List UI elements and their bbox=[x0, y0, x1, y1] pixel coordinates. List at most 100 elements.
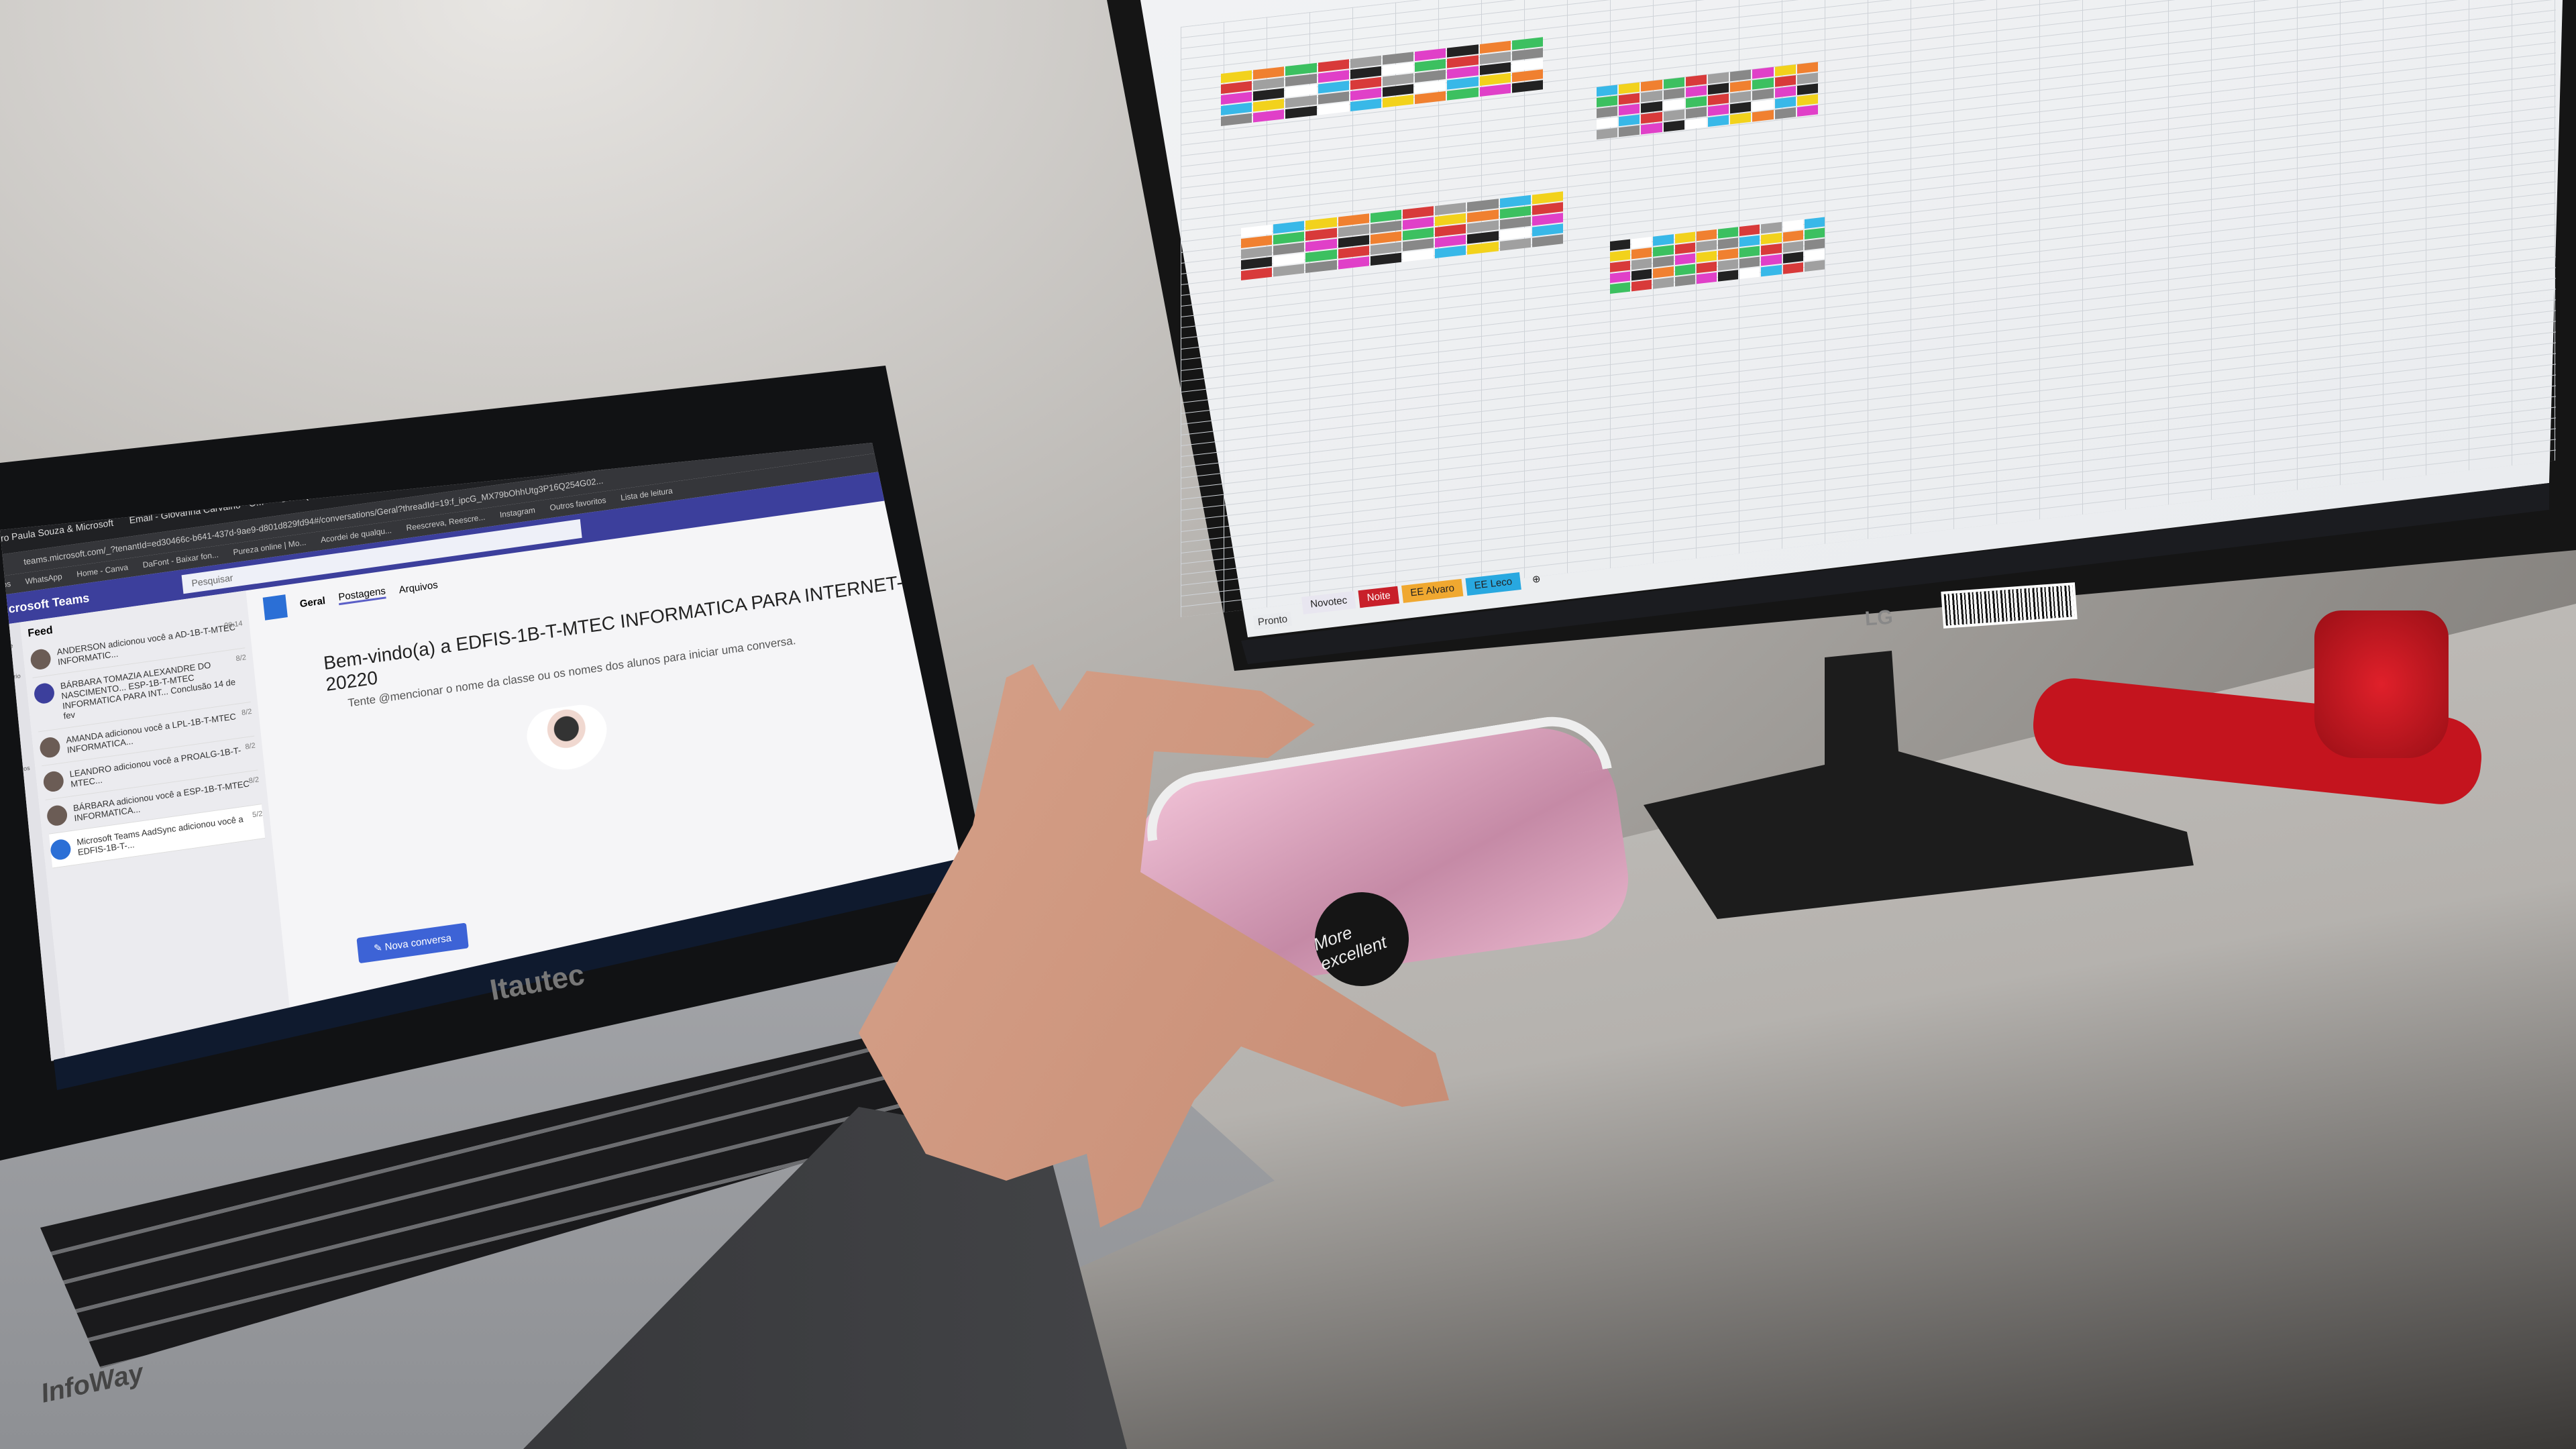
schedule-cell bbox=[1739, 246, 1760, 258]
schedule-cell bbox=[1610, 250, 1631, 262]
schedule-cell bbox=[1761, 243, 1782, 256]
avatar bbox=[33, 682, 56, 705]
schedule-cell bbox=[1782, 219, 1803, 231]
schedule-cell bbox=[1739, 235, 1760, 247]
schedule-cell bbox=[1641, 79, 1662, 92]
schedule-cell bbox=[1804, 227, 1825, 239]
schedule-cell bbox=[1674, 231, 1695, 244]
schedule-cell bbox=[1685, 74, 1707, 87]
schedule-cell bbox=[1663, 109, 1684, 121]
feed-time: 8/2 bbox=[241, 707, 252, 717]
monitor-logo: LG bbox=[1864, 606, 1894, 631]
schedule-cell bbox=[1718, 237, 1739, 250]
schedule-cell bbox=[1641, 90, 1662, 103]
schedule-cell bbox=[1752, 88, 1774, 101]
schedule-cell bbox=[1663, 99, 1684, 111]
schedule-cell bbox=[1631, 236, 1652, 249]
schedule-cell bbox=[1610, 271, 1631, 283]
schedule-cell bbox=[1696, 239, 1717, 252]
schedule-cell bbox=[1752, 66, 1774, 79]
schedule-cell bbox=[1804, 238, 1825, 250]
tab-arquivos[interactable]: Arquivos bbox=[398, 579, 439, 596]
schedule-cell bbox=[1674, 253, 1695, 265]
schedule-cell bbox=[1739, 256, 1760, 268]
schedule-cell bbox=[1774, 97, 1796, 109]
feed-time: 08:14 bbox=[223, 619, 244, 631]
schedule-cell bbox=[1782, 252, 1803, 264]
schedule-cell bbox=[1782, 241, 1803, 253]
avatar bbox=[42, 769, 65, 793]
schedule-cell bbox=[1663, 77, 1684, 89]
schedule-cell bbox=[1718, 259, 1739, 271]
schedule-cell bbox=[1597, 117, 1618, 129]
schedule-cell bbox=[1674, 242, 1695, 254]
schedule-cell bbox=[1653, 245, 1674, 257]
schedule-cell bbox=[1663, 88, 1684, 100]
schedule-cell bbox=[1804, 249, 1825, 261]
schedule-cell bbox=[1774, 75, 1796, 87]
activity-feed: Feed ANDERSON adicionou você a AD-1B-T-M… bbox=[19, 590, 292, 1059]
schedule-cell bbox=[1782, 230, 1803, 242]
schedule-cell bbox=[1804, 217, 1825, 229]
schedule-cell bbox=[1796, 62, 1818, 74]
schedule-cell bbox=[1641, 101, 1662, 113]
schedule-cell bbox=[1730, 91, 1752, 103]
schedule-cell bbox=[1761, 232, 1782, 245]
schedule-cell bbox=[1752, 77, 1774, 90]
schedule-cell bbox=[1619, 103, 1640, 116]
schedule-cell bbox=[1708, 93, 1729, 106]
schedule-cell bbox=[1653, 256, 1674, 268]
avatar bbox=[50, 838, 72, 861]
button-label: Nova conversa bbox=[384, 932, 452, 953]
schedule-cell bbox=[1685, 85, 1707, 97]
schedule-cell bbox=[1761, 254, 1782, 266]
schedule-cell bbox=[1708, 72, 1729, 85]
schedule-cell bbox=[1696, 229, 1717, 241]
new-conversation-button[interactable]: ✎ Nova conversa bbox=[356, 922, 469, 964]
red-cup bbox=[2314, 610, 2449, 758]
channel-name: Geral bbox=[299, 594, 326, 610]
avatar bbox=[46, 804, 68, 827]
schedule-cell bbox=[1718, 227, 1739, 239]
schedule-cell bbox=[1610, 239, 1631, 251]
avatar bbox=[39, 736, 61, 759]
schedule-cell bbox=[1761, 221, 1782, 234]
schedule-cell bbox=[1696, 250, 1717, 263]
schedule-cell bbox=[1597, 85, 1618, 97]
schedule-cell bbox=[1653, 266, 1674, 278]
schedule-cell bbox=[1631, 268, 1652, 281]
schedule-cell bbox=[1796, 72, 1818, 85]
feed-time: 5/2 bbox=[252, 810, 263, 820]
schedule-cell bbox=[1696, 261, 1717, 274]
schedule-cell bbox=[1774, 86, 1796, 98]
schedule-cell bbox=[1653, 234, 1674, 246]
schedule-cell bbox=[1631, 247, 1652, 260]
schedule-cell bbox=[1796, 83, 1818, 95]
team-icon bbox=[262, 594, 288, 621]
avatar bbox=[30, 647, 52, 671]
bookmark[interactable]: WhatsApp bbox=[25, 572, 62, 588]
schedule-cell bbox=[1597, 95, 1618, 107]
schedule-cell bbox=[1631, 258, 1652, 270]
schedule-cell bbox=[1685, 107, 1707, 119]
schedule-cell bbox=[1641, 111, 1662, 124]
schedule-cell bbox=[1718, 248, 1739, 260]
bookmark[interactable]: Instagram bbox=[499, 505, 536, 521]
schedule-cell bbox=[1708, 83, 1729, 95]
schedule-cell bbox=[1619, 93, 1640, 105]
schedule-cell bbox=[1685, 96, 1707, 108]
schedule-cell bbox=[1708, 104, 1729, 117]
schedule-cell bbox=[1796, 94, 1818, 106]
add-sheet-icon[interactable]: ⊕ bbox=[1523, 569, 1550, 589]
welcome-illustration bbox=[524, 701, 613, 800]
schedule-cell bbox=[1730, 80, 1752, 93]
tab-postagens[interactable]: Postagens bbox=[337, 585, 386, 606]
schedule-cell bbox=[1619, 82, 1640, 95]
schedule-cell bbox=[1610, 260, 1631, 272]
feed-time: 8/2 bbox=[244, 741, 256, 751]
schedule-cell bbox=[1674, 264, 1695, 276]
feed-time: 8/2 bbox=[235, 653, 247, 663]
schedule-cell bbox=[1774, 64, 1796, 76]
feed-time: 8/2 bbox=[248, 775, 260, 786]
schedule-cell bbox=[1619, 114, 1640, 127]
